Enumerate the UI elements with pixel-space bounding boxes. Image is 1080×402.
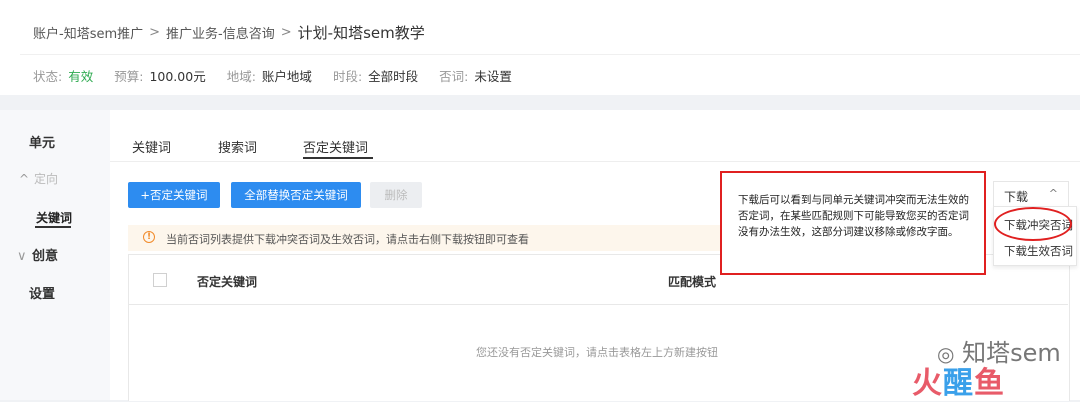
time-value: 全部时段 [368, 69, 419, 84]
sidebar-unit[interactable]: 单元 [29, 132, 55, 151]
chevron-up-icon: ^ [1048, 187, 1058, 200]
tab-negative-keywords[interactable]: 否定关键词 [303, 137, 368, 156]
menu-item-download-effective[interactable]: 下载生效否词 [1004, 243, 1073, 259]
select-all-checkbox[interactable] [153, 273, 167, 287]
status-key: 状态: [33, 69, 63, 84]
negative-value: 未设置 [474, 69, 512, 84]
region-value: 账户地域 [261, 69, 312, 84]
sidebar-creative[interactable]: ∨ 创意 [17, 245, 58, 264]
add-negative-keyword-button[interactable]: +否定关键词 [128, 182, 220, 208]
region-key: 地域: [226, 69, 256, 84]
breadcrumb-promotion[interactable]: 推广业务-信息咨询 [166, 23, 275, 42]
breadcrumb-separator: > [149, 25, 161, 40]
breadcrumb: 账户-知塔sem推广 > 推广业务-信息咨询 > 计划-知塔sem教学 [33, 22, 425, 43]
logo-char-a: 火 [912, 366, 943, 401]
budget-key: 预算: [114, 69, 144, 84]
sidebar-item-keywords[interactable]: 关键词 [36, 209, 72, 226]
sidebar-targeting-label: 定向 [34, 172, 59, 186]
sidebar-targeting[interactable]: ^ 定向 [19, 170, 58, 187]
logo-char-c: 鱼 [974, 366, 1005, 401]
tab-keywords[interactable]: 关键词 [132, 137, 171, 156]
tabs-divider [110, 161, 1080, 162]
chevron-down-icon: ∨ [17, 249, 27, 264]
chevron-up-icon: ^ [19, 172, 30, 186]
plan-meta: 状态: 有效 预算: 100.00元 地域: 账户地域 时段: 全部时段 否词: 未设置 [33, 66, 533, 85]
info-icon: ! [143, 231, 155, 243]
sidebar-settings[interactable]: 设置 [29, 283, 55, 302]
notice-text: 当前否词列表提供下载冲突否词及生效否词，请点击右侧下载按钮即可查看 [166, 233, 529, 246]
breadcrumb-separator: > [280, 25, 292, 40]
notice-bar: ! 当前否词列表提供下载冲突否词及生效否词，请点击右侧下载按钮即可查看 [128, 225, 728, 251]
sidebar-creative-label: 创意 [32, 249, 59, 264]
breadcrumb-plan: 计划-知塔sem教学 [297, 24, 425, 42]
time-key: 时段: [332, 69, 363, 84]
sidebar-active-indicator [35, 226, 71, 228]
empty-state-text: 您还没有否定关键词，请点击表格左上方新建按钮 [476, 346, 718, 359]
tab-active-indicator [303, 157, 373, 159]
budget-value: 100.00元 [149, 69, 206, 84]
logo-char-b: 醒 [943, 366, 974, 401]
breadcrumb-account[interactable]: 账户-知塔sem推广 [33, 23, 143, 42]
download-label: 下载 [1004, 190, 1029, 204]
column-negative-keyword: 否定关键词 [197, 275, 258, 289]
highlight-ellipse [994, 207, 1072, 241]
column-match-mode: 匹配模式 [668, 275, 717, 289]
tab-search-terms[interactable]: 搜索词 [218, 137, 257, 156]
callout-text: 下载后可以看到与同单元关键词冲突而无法生效的否定词，在某些匹配规则下可能导致您买… [738, 194, 969, 238]
watermark-logo: 火醒鱼 [912, 358, 1005, 402]
annotation-callout: 下载后可以看到与同单元关键词冲突而无法生效的否定词，在某些匹配规则下可能导致您买… [720, 171, 986, 275]
replace-all-negative-button[interactable]: 全部替换否定关键词 [231, 182, 361, 208]
status-value: 有效 [68, 69, 94, 84]
header-divider [20, 54, 1080, 55]
negative-key: 否词: [439, 69, 469, 84]
delete-button[interactable]: 删除 [370, 182, 422, 208]
